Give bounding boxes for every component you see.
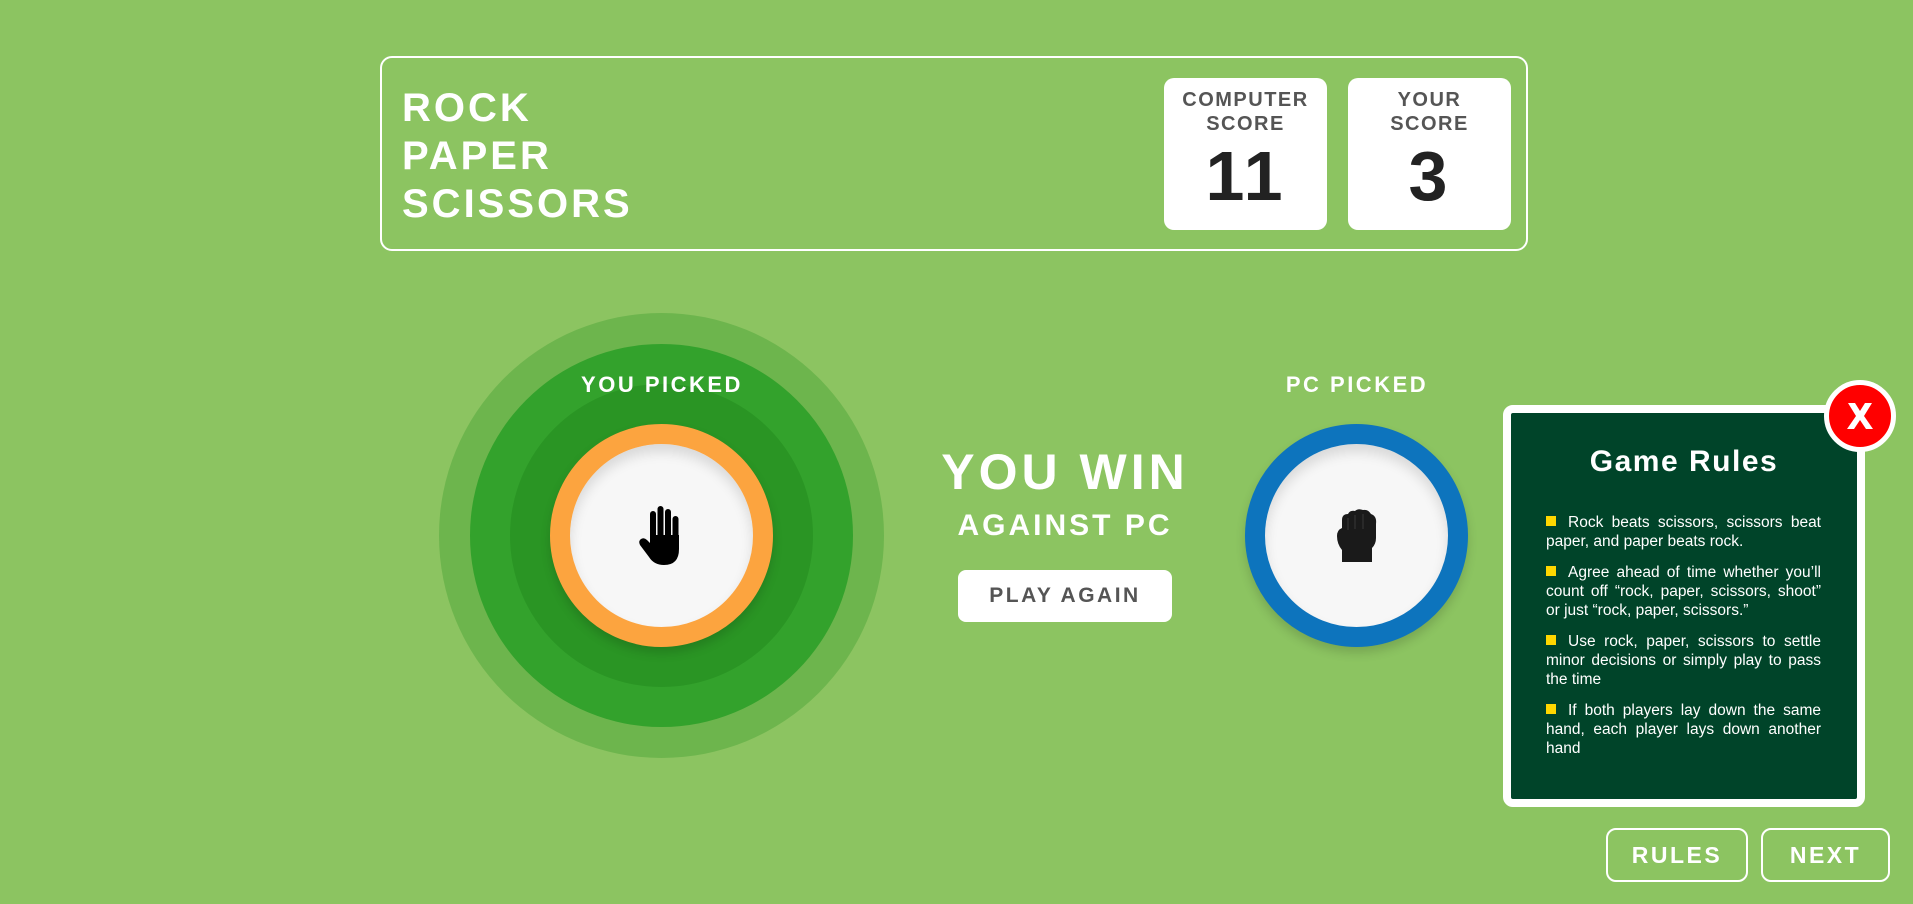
computer-score-label: COMPUTER SCORE — [1164, 88, 1327, 136]
game-rules-panel: Game Rules Rock beats scissors, scissors… — [1503, 405, 1865, 807]
pc-picked-label: PC PICKED — [1285, 372, 1429, 397]
rule-item: If both players lay down the same hand, … — [1546, 701, 1821, 758]
pc-choice-rock — [1245, 424, 1468, 647]
rules-list: Rock beats scissors, scissors beat paper… — [1546, 513, 1821, 770]
game-title-line-2: PAPER — [402, 134, 552, 178]
fist-icon — [1336, 508, 1376, 562]
square-bullet-icon — [1546, 516, 1556, 526]
rule-text: Rock beats scissors, scissors beat paper… — [1546, 514, 1821, 550]
user-choice-paper — [550, 424, 773, 647]
game-title-line-3: SCISSORS — [402, 182, 633, 226]
computer-score-value: 11 — [1205, 137, 1286, 215]
square-bullet-icon — [1546, 566, 1556, 576]
user-score-label-line-2: SCORE — [1390, 113, 1469, 135]
computer-score-box: COMPUTER SCORE 11 — [1164, 78, 1327, 230]
rules-title: Game Rules — [1589, 445, 1779, 478]
computer-score-label-line-1: COMPUTER — [1182, 89, 1309, 111]
result-subline: AGAINST PC — [957, 509, 1173, 542]
scoreboard-header: ROCK PAPER SCISSORS COMPUTER SCORE 11 YO… — [380, 56, 1528, 251]
next-button[interactable]: NEXT — [1761, 828, 1890, 882]
rule-text: Agree ahead of time whether you’ll count… — [1546, 564, 1821, 619]
square-bullet-icon — [1546, 635, 1556, 645]
rule-text: If both players lay down the same hand, … — [1546, 702, 1821, 757]
user-score-label-line-1: YOUR — [1397, 89, 1462, 111]
game-title-line-1: ROCK — [402, 86, 532, 130]
play-again-button[interactable]: PLAY AGAIN — [958, 570, 1172, 622]
user-score-box: YOUR SCORE 3 — [1348, 78, 1511, 230]
close-x-icon — [1847, 403, 1873, 429]
rule-item: Agree ahead of time whether you’ll count… — [1546, 563, 1821, 620]
rule-text: Use rock, paper, scissors to settle mino… — [1546, 633, 1821, 688]
computer-score-label-line-2: SCORE — [1206, 113, 1285, 135]
user-score-label: YOUR SCORE — [1348, 88, 1511, 136]
rule-item: Use rock, paper, scissors to settle mino… — [1546, 632, 1821, 689]
square-bullet-icon — [1546, 704, 1556, 714]
rules-button[interactable]: RULES — [1606, 828, 1748, 882]
user-score-value: 3 — [1408, 137, 1451, 215]
rule-item: Rock beats scissors, scissors beat paper… — [1546, 513, 1821, 551]
game-title: ROCK PAPER SCISSORS — [402, 84, 633, 228]
result-headline: YOU WIN — [941, 444, 1189, 500]
you-picked-label: YOU PICKED — [581, 372, 743, 397]
raised-hand-icon — [638, 505, 679, 565]
close-rules-button[interactable] — [1824, 380, 1896, 452]
